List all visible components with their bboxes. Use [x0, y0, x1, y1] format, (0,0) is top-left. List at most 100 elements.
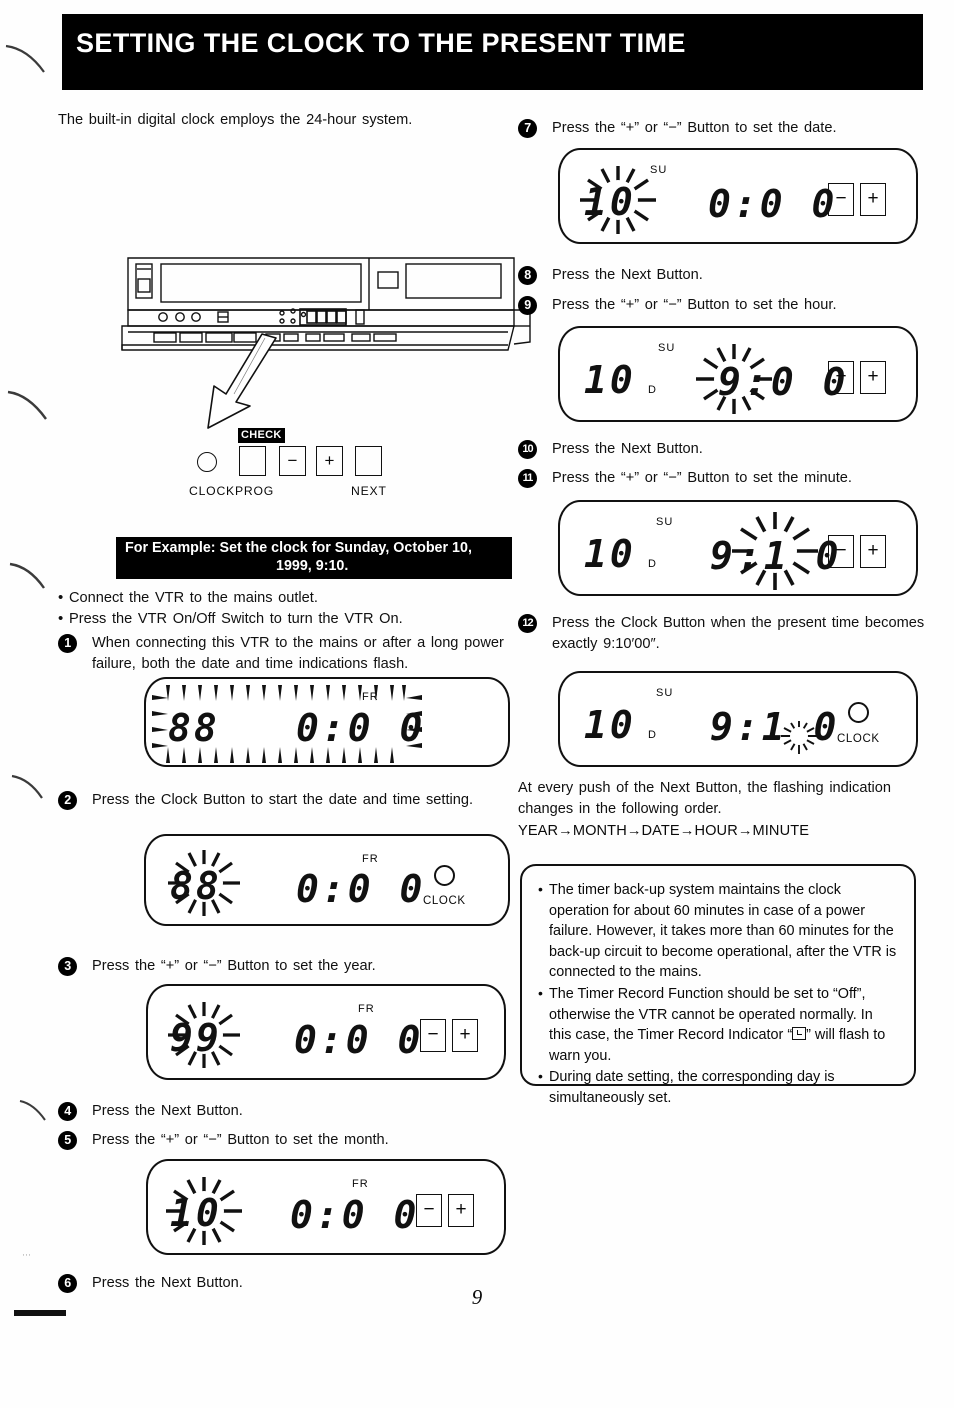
- step-number: 5: [58, 1131, 77, 1150]
- next-button-order-text: At every push of the Next Button, the fl…: [518, 780, 891, 817]
- step-text: Press the “+” or “−” Button to set the m…: [92, 1132, 389, 1148]
- clock-button-indicator[interactable]: [197, 452, 217, 472]
- lcd9-day-mark: D: [648, 384, 656, 396]
- prep-item: Connect the VTR to the mains outlet.: [58, 587, 478, 609]
- step-number: 2: [58, 791, 77, 810]
- step-5: 5 Press the “+” or “−” Button to set the…: [58, 1130, 512, 1151]
- lcd2-clock-indicator: [434, 865, 455, 886]
- lcd11-plus-button[interactable]: +: [860, 535, 886, 568]
- lcd12-day-mark: D: [648, 729, 656, 741]
- lcd2-clock-label: CLOCK: [423, 895, 466, 907]
- lcd12-clock-indicator: [848, 702, 869, 723]
- plus-button[interactable]: +: [316, 446, 343, 476]
- lcd12-time: 9:1 0: [710, 705, 840, 749]
- lcd1-day-digits: 88: [168, 706, 220, 750]
- lcd11-hour-digit: 9: [710, 534, 736, 578]
- next-button[interactable]: [355, 446, 382, 476]
- next-button-label: NEXT: [351, 484, 387, 498]
- step-text: When connecting this VTR to the mains or…: [92, 635, 504, 672]
- notes-box: The timer back-up system maintains the c…: [520, 864, 916, 1106]
- lcd7-date-digits: 10: [584, 180, 636, 224]
- lcd-display-2: 88 FR 0:0 0 CLOCK: [144, 834, 510, 926]
- step-number: 11: [518, 469, 537, 488]
- step-text: Press the “+” or “−” Button to set the d…: [552, 120, 837, 136]
- step-text: Press the “+” or “−” Button to set the y…: [92, 958, 376, 974]
- step-number: 3: [58, 957, 77, 976]
- step-text: Press the Next Button.: [552, 267, 703, 283]
- prog-button-label: PROG: [235, 484, 275, 498]
- lcd7-plus-button[interactable]: +: [860, 183, 886, 216]
- example-line-2: 1999, 9:10.: [276, 558, 349, 574]
- lcd11-time-rest: :1 0: [738, 534, 842, 578]
- prog-button[interactable]: [239, 446, 266, 476]
- check-label: CHECK: [238, 428, 285, 443]
- minus-button[interactable]: −: [279, 446, 306, 476]
- lcd2-time: 0:0 0: [296, 867, 426, 911]
- lcd5-minus-button[interactable]: −: [416, 1194, 442, 1227]
- lcd9-weekday: SU: [658, 342, 676, 354]
- note-item: The timer back-up system maintains the c…: [538, 879, 898, 983]
- lcd-display-12: 10 D SU 9:1 0 CLOCK: [558, 671, 918, 767]
- lcd3-minus-button[interactable]: −: [420, 1019, 446, 1052]
- lcd11-date-digits: 10: [584, 532, 636, 576]
- scan-artifact: [9, 562, 45, 589]
- step-number: 9: [518, 296, 537, 315]
- lcd9-date-digits: 10: [584, 358, 636, 402]
- page-number: 9: [471, 1285, 483, 1309]
- lcd1-time: 0:0 0: [296, 706, 426, 750]
- lcd7-weekday: SU: [650, 164, 668, 176]
- step-8: 8 Press the Next Button.: [518, 265, 954, 286]
- step-number: 4: [58, 1102, 77, 1121]
- lcd5-time: 0:0 0: [290, 1193, 420, 1237]
- lcd5-weekday: FR: [352, 1178, 369, 1190]
- example-line-1: For Example: Set the clock for Sunday, O…: [125, 540, 472, 556]
- step-number: 10: [518, 440, 537, 459]
- step-9: 9 Press the “+” or “−” Button to set the…: [518, 295, 954, 316]
- lcd-display-9: 10 D SU 9 :0 0 − +: [558, 326, 918, 422]
- lcd9-plus-button[interactable]: +: [860, 361, 886, 394]
- left-column: The built-in digital clock employs the 2…: [58, 110, 531, 1293]
- step-text: Press the Clock Button to start the date…: [92, 792, 474, 808]
- scan-artifact: [11, 774, 43, 799]
- lcd12-clock-label: CLOCK: [837, 733, 880, 745]
- prep-item: Press the VTR On/Off Switch to turn the …: [58, 608, 478, 630]
- step-11: 11 Press the “+” or “−” Button to set th…: [518, 468, 954, 489]
- lcd9-minus-button[interactable]: −: [828, 361, 854, 394]
- page-title-bar: SETTING THE CLOCK TO THE PRESENT TIME: [62, 14, 923, 90]
- step-7: 7 Press the “+” or “−” Button to set the…: [518, 118, 954, 139]
- lcd2-day-digits: 88: [170, 864, 222, 908]
- lcd-display-11: 10 D SU 9 :1 0 − +: [558, 500, 918, 596]
- step-text: Press the “+” or “−” Button to set the h…: [552, 297, 837, 313]
- note-item: During date setting, the corresponding d…: [538, 1066, 898, 1108]
- lcd3-year-digits: 99: [170, 1016, 222, 1060]
- lcd5-plus-button[interactable]: +: [448, 1194, 474, 1227]
- scan-artifact: [7, 390, 47, 420]
- step-number: 1: [58, 634, 77, 653]
- step-text: Press the “+” or “−” Button to set the m…: [552, 470, 852, 486]
- callout-arrow: [207, 333, 277, 429]
- step-1: 1 When connecting this VTR to the mains …: [58, 633, 512, 674]
- intro-text: The built-in digital clock employs the 2…: [58, 112, 413, 128]
- scan-edge-mark: [14, 1310, 66, 1316]
- step-text: Press the Next Button.: [92, 1103, 243, 1119]
- lcd3-time: 0:0 0: [294, 1018, 424, 1062]
- scan-speck: ···: [22, 1250, 31, 1260]
- lcd5-month-digits: 10: [170, 1191, 222, 1235]
- lcd11-weekday: SU: [656, 516, 674, 528]
- button-legend: CHECK − + CLOCK PROG NEXT: [183, 420, 423, 510]
- lcd-display-7: 10 SU 0:0 0 − +: [558, 148, 918, 244]
- step-10: 10 Press the Next Button.: [518, 439, 954, 460]
- step-text: Press the Clock Button when the present …: [552, 615, 925, 652]
- lcd9-hour-digit: 9: [718, 360, 744, 404]
- lcd7-minus-button[interactable]: −: [828, 183, 854, 216]
- example-banner: For Example: Set the clock for Sunday, O…: [116, 537, 512, 579]
- lcd12-date-digits: 10: [584, 703, 636, 747]
- lcd11-day-mark: D: [648, 558, 656, 570]
- lcd3-plus-button[interactable]: +: [452, 1019, 478, 1052]
- prep-list: Connect the VTR to the mains outlet. Pre…: [58, 587, 478, 630]
- lcd12-weekday: SU: [656, 687, 674, 699]
- flash-order-sequence: YEAR→MONTH→DATE→HOUR→MINUTE: [518, 823, 810, 839]
- document-page: SETTING THE CLOCK TO THE PRESENT TIME Th…: [0, 0, 954, 1408]
- scan-artifact: [5, 44, 45, 73]
- lcd7-time: 0:0 0: [708, 182, 838, 226]
